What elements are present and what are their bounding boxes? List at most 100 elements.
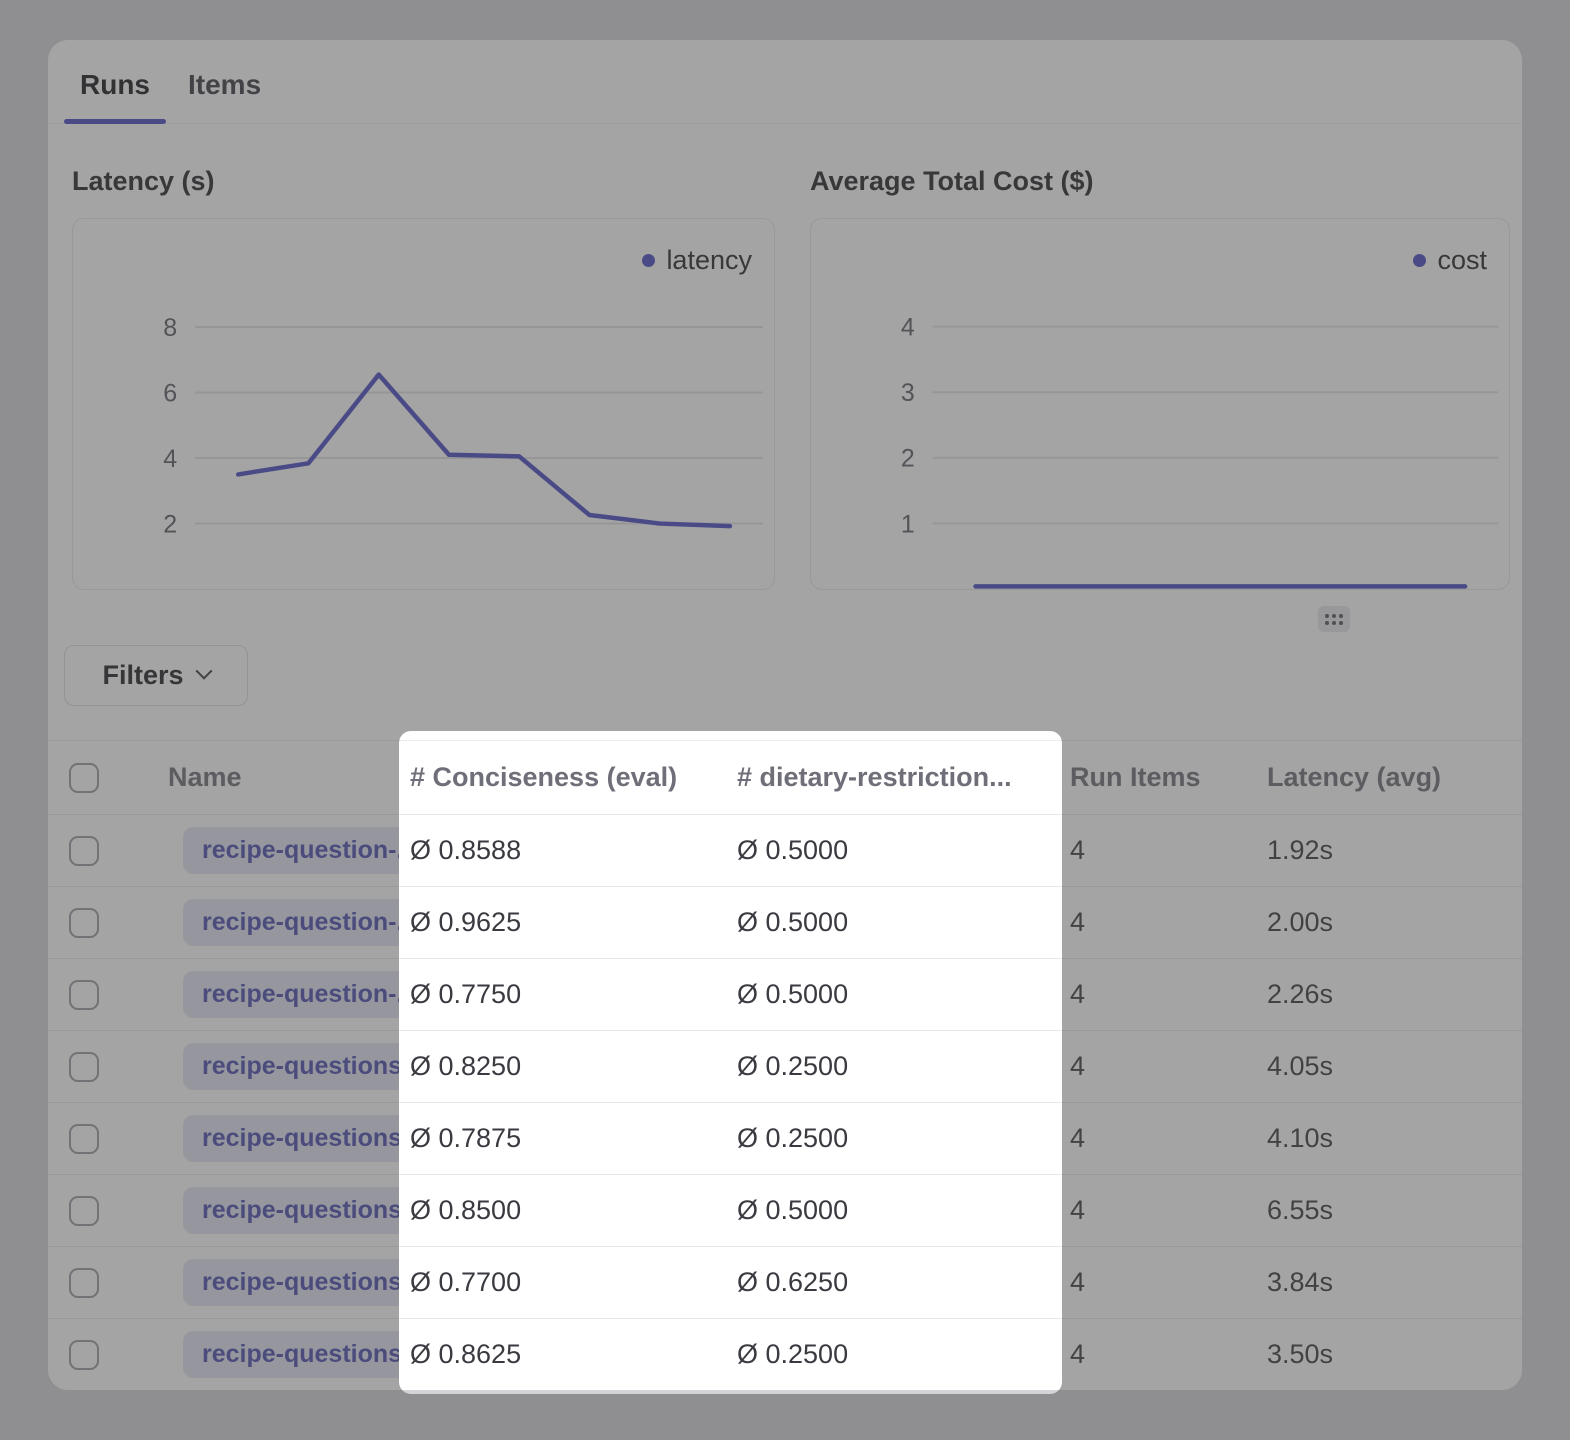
- row-checkbox[interactable]: [69, 1268, 99, 1298]
- tab-items[interactable]: Items: [172, 40, 277, 124]
- svg-text:2: 2: [901, 445, 915, 473]
- grip-dot: [1332, 621, 1336, 625]
- grip-dot: [1339, 614, 1343, 618]
- row-checkbox[interactable]: [69, 1340, 99, 1370]
- header-name: Name: [120, 762, 399, 793]
- run-name-cell: recipe-question-...: [120, 827, 399, 874]
- conciseness-cell: Ø 0.7750: [399, 979, 727, 1010]
- dietary-restriction-cell: Ø 0.5000: [727, 907, 1062, 938]
- run-name-badge[interactable]: recipe-questions...: [183, 1115, 399, 1162]
- conciseness-cell: Ø 0.8500: [399, 1195, 727, 1226]
- dietary-restriction-cell: Ø 0.6250: [727, 1267, 1062, 1298]
- table-row[interactable]: recipe-question-... Ø 0.9625 Ø 0.5000 4 …: [48, 887, 1522, 959]
- row-checkbox-cell: [48, 908, 120, 938]
- latency-chart-panel: 8 6 4 2 latency: [72, 218, 775, 590]
- table-row[interactable]: recipe-questions... Ø 0.7875 Ø 0.2500 4 …: [48, 1103, 1522, 1175]
- svg-text:4: 4: [163, 445, 177, 473]
- legend-dot-icon: [1413, 254, 1426, 267]
- filters-button[interactable]: Filters: [64, 645, 248, 706]
- tabs: Runs Items: [64, 40, 277, 124]
- svg-text:8: 8: [163, 314, 177, 342]
- dietary-restriction-cell: Ø 0.5000: [727, 835, 1062, 866]
- row-checkbox[interactable]: [69, 908, 99, 938]
- row-checkbox-cell: [48, 1124, 120, 1154]
- header-conciseness: # Conciseness (eval): [399, 762, 727, 793]
- conciseness-cell: Ø 0.7700: [399, 1267, 727, 1298]
- run-name-badge[interactable]: recipe-question-...: [183, 971, 399, 1018]
- run-name-badge[interactable]: recipe-questions...: [183, 1187, 399, 1234]
- row-checkbox-cell: [48, 1268, 120, 1298]
- header-dietary-restriction: # dietary-restriction...: [727, 762, 1062, 793]
- row-checkbox-cell: [48, 1052, 120, 1082]
- run-name-badge[interactable]: recipe-questions...: [183, 1331, 399, 1378]
- run-items-cell: 4: [1062, 835, 1260, 866]
- run-name-badge[interactable]: recipe-question-...: [183, 827, 399, 874]
- dietary-restriction-cell: Ø 0.2500: [727, 1123, 1062, 1154]
- row-checkbox[interactable]: [69, 1052, 99, 1082]
- chevron-down-icon: [195, 662, 212, 679]
- conciseness-cell: Ø 0.8588: [399, 835, 727, 866]
- run-items-cell: 4: [1062, 1195, 1260, 1226]
- latency-chart-title: Latency (s): [72, 163, 215, 199]
- legend-dot-icon: [642, 254, 655, 267]
- run-items-cell: 4: [1062, 907, 1260, 938]
- tab-runs[interactable]: Runs: [64, 40, 166, 124]
- latency-avg-cell: 4.10s: [1260, 1123, 1522, 1154]
- latency-avg-cell: 2.00s: [1260, 907, 1522, 938]
- grip-dot: [1332, 614, 1336, 618]
- dietary-restriction-cell: Ø 0.5000: [727, 979, 1062, 1010]
- run-items-cell: 4: [1062, 1267, 1260, 1298]
- legend-label: cost: [1437, 245, 1487, 276]
- run-name-cell: recipe-questions...: [120, 1115, 399, 1162]
- table-header-row: Name # Conciseness (eval) # dietary-rest…: [48, 740, 1522, 815]
- select-all-checkbox[interactable]: [69, 763, 99, 793]
- cost-chart-legend: cost: [1413, 245, 1487, 276]
- run-name-cell: recipe-questions...: [120, 1331, 399, 1378]
- dietary-restriction-cell: Ø 0.5000: [727, 1195, 1062, 1226]
- row-checkbox[interactable]: [69, 980, 99, 1010]
- tab-items-label: Items: [188, 69, 261, 101]
- svg-text:4: 4: [901, 314, 915, 342]
- table-row[interactable]: recipe-question-... Ø 0.8588 Ø 0.5000 4 …: [48, 815, 1522, 887]
- table-row[interactable]: recipe-question-... Ø 0.7750 Ø 0.5000 4 …: [48, 959, 1522, 1031]
- svg-text:3: 3: [901, 379, 915, 407]
- table-row[interactable]: recipe-questions... Ø 0.8500 Ø 0.5000 4 …: [48, 1175, 1522, 1247]
- svg-text:1: 1: [901, 510, 915, 538]
- svg-text:6: 6: [163, 380, 177, 408]
- run-items-cell: 4: [1062, 1051, 1260, 1082]
- table-row[interactable]: recipe-questions... Ø 0.8250 Ø 0.2500 4 …: [48, 1031, 1522, 1103]
- dietary-restriction-cell: Ø 0.2500: [727, 1051, 1062, 1082]
- row-checkbox[interactable]: [69, 1196, 99, 1226]
- row-checkbox-cell: [48, 1340, 120, 1370]
- conciseness-cell: Ø 0.9625: [399, 907, 727, 938]
- latency-avg-cell: 6.55s: [1260, 1195, 1522, 1226]
- row-checkbox-cell: [48, 1196, 120, 1226]
- row-checkbox[interactable]: [69, 836, 99, 866]
- run-name-badge[interactable]: recipe-questions...: [183, 1043, 399, 1090]
- run-items-cell: 4: [1062, 1339, 1260, 1370]
- run-name-badge[interactable]: recipe-questions...: [183, 1259, 399, 1306]
- row-checkbox-cell: [48, 980, 120, 1010]
- run-name-cell: recipe-question-...: [120, 899, 399, 946]
- latency-avg-cell: 3.50s: [1260, 1339, 1522, 1370]
- conciseness-cell: Ø 0.7875: [399, 1123, 727, 1154]
- run-name-cell: recipe-question-...: [120, 971, 399, 1018]
- latency-avg-cell: 1.92s: [1260, 835, 1522, 866]
- grip-dot: [1339, 621, 1343, 625]
- cost-chart-panel: 4 3 2 1 cost: [810, 218, 1510, 590]
- runs-table: Name # Conciseness (eval) # dietary-rest…: [48, 740, 1522, 1390]
- header-run-items: Run Items: [1062, 762, 1260, 793]
- table-row[interactable]: recipe-questions... Ø 0.8625 Ø 0.2500 4 …: [48, 1319, 1522, 1390]
- run-items-cell: 4: [1062, 1123, 1260, 1154]
- table-body: recipe-question-... Ø 0.8588 Ø 0.5000 4 …: [48, 815, 1522, 1390]
- row-checkbox[interactable]: [69, 1124, 99, 1154]
- legend-label: latency: [666, 245, 752, 276]
- runs-panel: Runs Items Latency (s) Average Total Cos…: [48, 40, 1522, 1390]
- svg-text:2: 2: [163, 511, 177, 539]
- header-checkbox-cell: [48, 763, 120, 793]
- conciseness-cell: Ø 0.8250: [399, 1051, 727, 1082]
- drag-handle-icon[interactable]: [1318, 606, 1350, 632]
- run-name-badge[interactable]: recipe-question-...: [183, 899, 399, 946]
- table-row[interactable]: recipe-questions... Ø 0.7700 Ø 0.6250 4 …: [48, 1247, 1522, 1319]
- latency-avg-cell: 4.05s: [1260, 1051, 1522, 1082]
